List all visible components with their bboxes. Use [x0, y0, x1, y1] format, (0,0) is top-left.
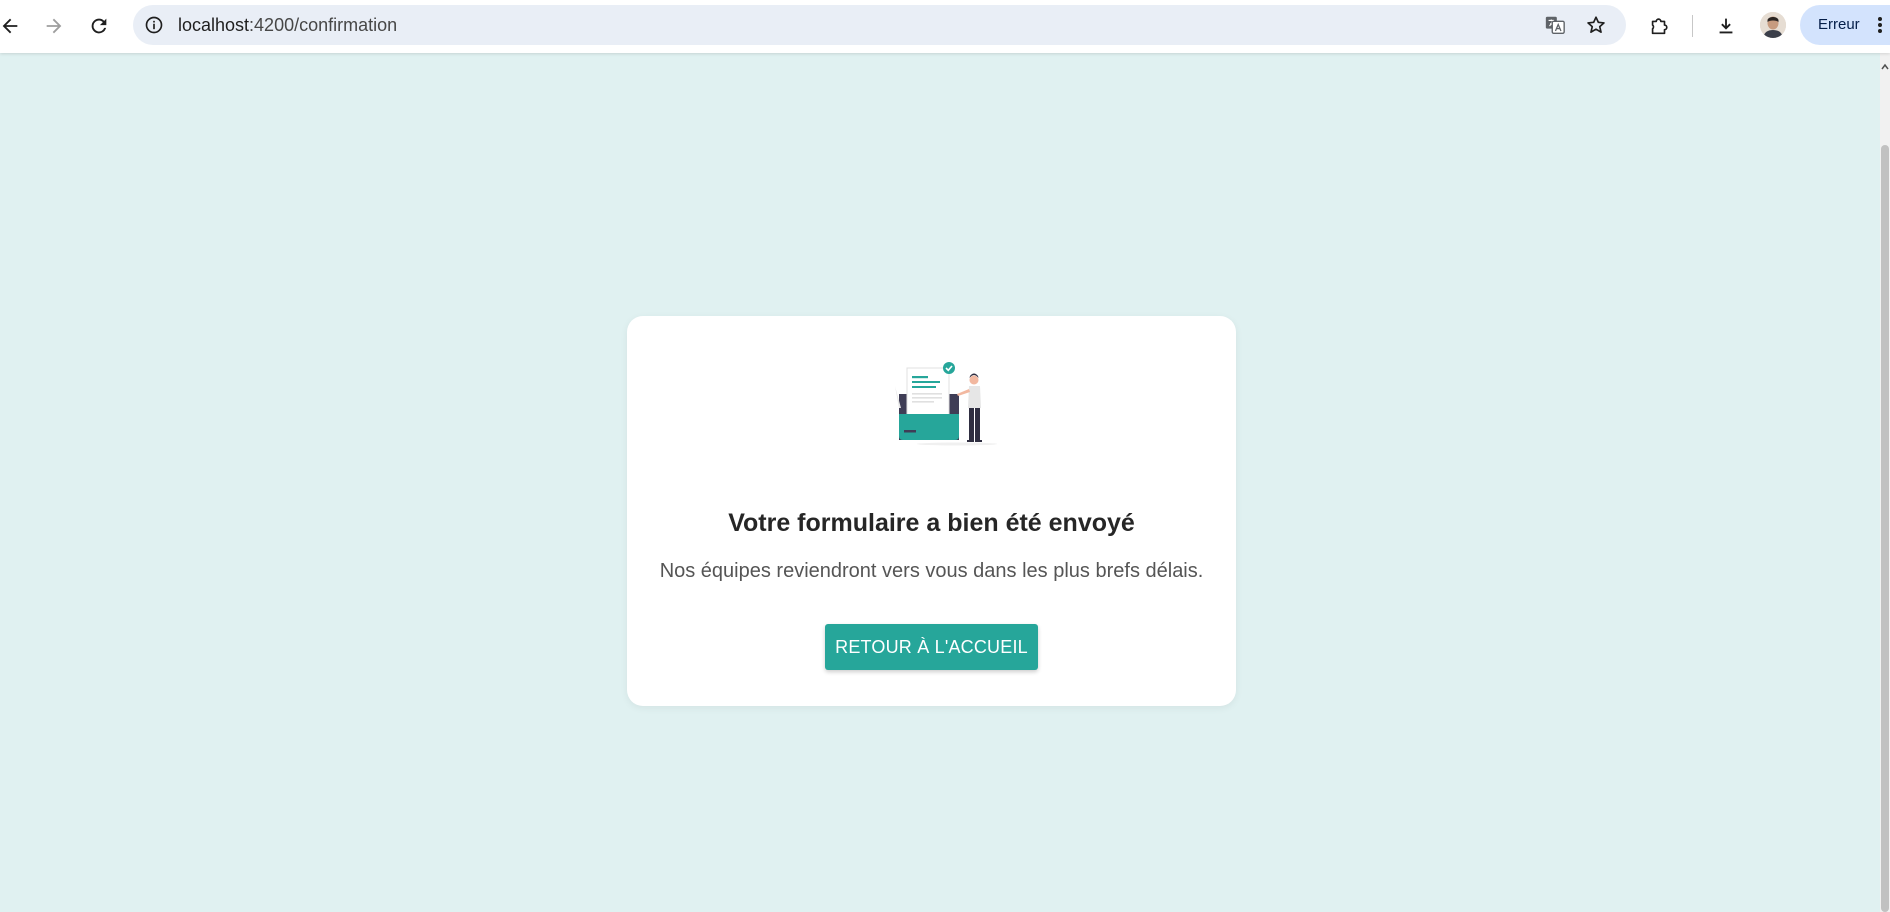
confirmation-subtitle: Nos équipes reviendront vers vous dans l… [659, 560, 1204, 582]
avatar-icon [1760, 12, 1786, 38]
confirmation-card: Votre formulaire a bien été envoyé Nos é… [627, 316, 1236, 706]
translate-icon [1545, 16, 1565, 34]
scroll-up-arrow-icon[interactable] [1881, 60, 1889, 72]
return-home-button[interactable]: RETOUR À L'ACCUEIL [825, 624, 1038, 670]
form-sent-illustration [895, 362, 997, 446]
url-host: localhost [178, 15, 250, 35]
extensions-button[interactable] [1641, 8, 1677, 44]
url-text[interactable]: localhost:4200/confirmation [178, 15, 397, 35]
arrow-right-icon [46, 18, 62, 34]
profile-avatar[interactable] [1760, 12, 1786, 38]
kebab-menu-icon[interactable] [1870, 15, 1890, 35]
info-icon [145, 16, 163, 34]
toolbar-separator [1692, 15, 1693, 37]
browser-window: localhost:4200/confirmation Erreur Votre… [0, 0, 1890, 912]
translate-button[interactable] [1543, 13, 1567, 37]
bookmark-button[interactable] [1584, 13, 1608, 37]
url-path: :4200/confirmation [249, 15, 398, 35]
reload-icon [91, 18, 107, 34]
star-icon [1587, 16, 1605, 33]
forward-button[interactable] [36, 8, 72, 44]
back-button[interactable] [0, 8, 28, 44]
downloads-button[interactable] [1708, 8, 1744, 44]
confirmation-title: Votre formulaire a bien été envoyé [728, 509, 1135, 537]
profile-error-label: Erreur [1818, 16, 1860, 33]
page-scrollbar-thumb[interactable] [1881, 145, 1889, 912]
profile-error-chip[interactable]: Erreur [1800, 5, 1890, 45]
browser-toolbar: localhost:4200/confirmation Erreur [0, 0, 1890, 53]
download-icon [1719, 18, 1733, 34]
puzzle-icon [1651, 18, 1668, 35]
site-info-button[interactable] [143, 14, 165, 36]
arrow-left-icon [2, 18, 18, 34]
reload-button[interactable] [81, 8, 117, 44]
address-bar[interactable]: localhost:4200/confirmation [133, 5, 1626, 45]
